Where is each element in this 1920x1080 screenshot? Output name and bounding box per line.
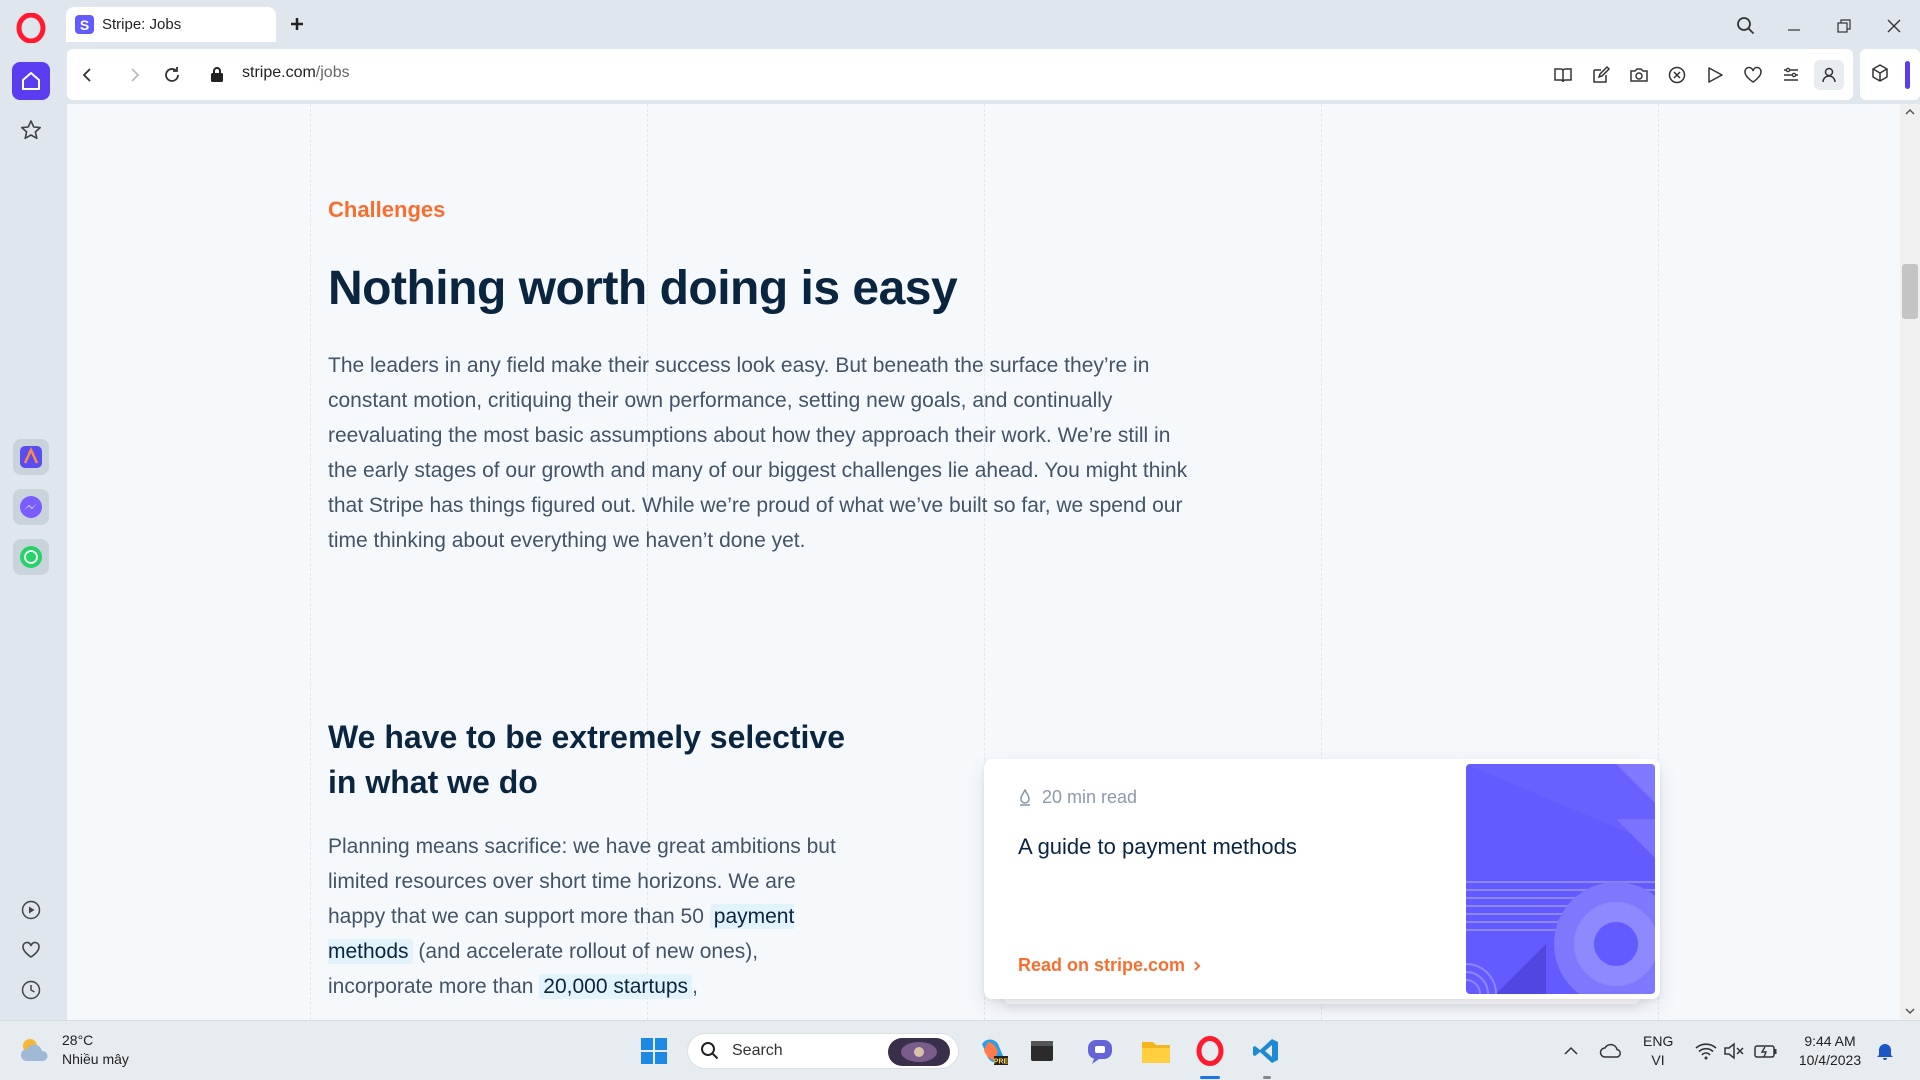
back-button[interactable] [75, 62, 101, 88]
guide-card[interactable]: 20 min read A guide to payment methods R… [984, 759, 1660, 999]
easy-setup-icon[interactable] [1778, 62, 1804, 88]
url-path: /jobs [315, 64, 350, 81]
camera-icon[interactable] [1626, 62, 1652, 88]
notification-bell-icon[interactable] [1867, 1033, 1903, 1069]
intro-paragraph: The leaders in any field make their succ… [328, 354, 1188, 552]
active-app-indicator [1200, 1076, 1220, 1079]
section-eyebrow: Challenges [328, 197, 446, 222]
bookmarks-heart-icon[interactable] [13, 932, 49, 968]
tab-stripe-jobs[interactable]: S Stripe: Jobs [66, 7, 276, 42]
card-link-text: Read on stripe.com [1018, 955, 1186, 975]
weather-widget[interactable]: 28°C Nhiều mây [18, 1031, 129, 1069]
paragraph-text: , [692, 975, 698, 998]
web-page: Challenges Nothing worth doing is easy T… [67, 104, 1900, 1020]
opera-taskbar-icon[interactable] [1192, 1033, 1228, 1069]
bookmark-heart-icon[interactable] [1740, 62, 1766, 88]
address-bar: stripe.com/jobs [67, 49, 1853, 100]
search-highlight-image [888, 1038, 950, 1066]
forward-button[interactable] [121, 62, 147, 88]
url-field[interactable]: stripe.com/jobs [242, 64, 350, 82]
sidebar-toggle-indicator[interactable] [1905, 61, 1910, 89]
vscode-icon[interactable] [1248, 1033, 1284, 1069]
scroll-thumb[interactable] [1902, 264, 1918, 319]
title-bar: S Stripe: Jobs [0, 0, 1920, 49]
history-clock-icon[interactable] [13, 972, 49, 1008]
reader-mode-icon[interactable] [1550, 62, 1576, 88]
weather-description: Nhiều mây [62, 1051, 129, 1067]
clock-time: 9:44 AM [1804, 1033, 1856, 1049]
page-heading: Nothing worth doing is easy [328, 262, 958, 315]
svg-text:PRE: PRE [994, 1059, 1008, 1066]
read-on-stripe-link[interactable]: Read on stripe.com [1018, 955, 1201, 976]
battery-icon[interactable] [1748, 1033, 1784, 1069]
search-icon [700, 1041, 720, 1061]
volume-muted-icon[interactable] [1716, 1033, 1752, 1069]
profile-icon[interactable] [1814, 60, 1844, 90]
read-time-text: 20 min read [1042, 787, 1138, 807]
terminal-icon[interactable] [1024, 1033, 1060, 1069]
guide-line [310, 104, 311, 1020]
file-explorer-icon[interactable] [1138, 1033, 1174, 1069]
onedrive-cloud-icon[interactable] [1593, 1033, 1629, 1069]
opera-menu-icon[interactable] [16, 13, 46, 43]
ad-blocker-icon[interactable] [1664, 62, 1690, 88]
send-flow-icon[interactable] [1702, 62, 1728, 88]
teams-chat-icon[interactable] [1082, 1033, 1118, 1069]
scroll-up-icon[interactable] [1905, 108, 1915, 116]
cloud-sun-icon [18, 1035, 52, 1065]
scroll-down-icon[interactable] [1905, 1007, 1915, 1015]
temperature: 28°C [62, 1032, 94, 1048]
close-window-button[interactable] [1880, 12, 1908, 40]
language-code: ENG [1643, 1033, 1674, 1049]
edit-snapshot-icon[interactable] [1588, 62, 1614, 88]
stripe-favicon-icon: S [75, 15, 94, 34]
lock-icon [210, 66, 224, 83]
extensions-cube-icon[interactable] [1870, 63, 1890, 83]
reload-button[interactable] [159, 62, 185, 88]
speed-dial-home-icon[interactable] [12, 62, 50, 100]
messenger-icon[interactable] [13, 489, 49, 525]
restore-button[interactable] [1830, 12, 1858, 40]
keyboard-layout: VI [1651, 1052, 1665, 1068]
url-domain: stripe.com [242, 64, 316, 81]
start-windows-icon[interactable] [636, 1033, 672, 1069]
body-paragraph: Planning means sacrifice: we have great … [328, 829, 848, 1004]
player-icon[interactable] [13, 892, 49, 928]
minimize-button[interactable] [1780, 12, 1808, 40]
chevron-right-icon [1193, 960, 1201, 972]
reading-icon [1018, 788, 1032, 807]
clock-date: 10/4/2023 [1798, 1052, 1862, 1068]
windows-taskbar: 28°C Nhiều mây Search PRE ENG VI 9:44 AM… [0, 1020, 1920, 1080]
copilot-preview-icon[interactable]: PRE [975, 1033, 1011, 1069]
tab-title: Stripe: Jobs [102, 16, 182, 33]
aria-ai-icon[interactable] [13, 439, 49, 475]
show-hidden-icons-chevron-up-icon[interactable] [1553, 1033, 1589, 1069]
search-tabs-icon[interactable] [1732, 12, 1760, 40]
clock[interactable]: 9:44 AM 10/4/2023 [1790, 1032, 1870, 1070]
startups-link[interactable]: 20,000 startups [539, 974, 693, 999]
new-tab-button[interactable] [285, 12, 309, 36]
read-time: 20 min read [1018, 787, 1137, 808]
sidebar [0, 49, 63, 1032]
running-app-indicator [1263, 1076, 1271, 1079]
page-scrollbar[interactable] [1900, 104, 1920, 1020]
card-title: A guide to payment methods [1018, 834, 1297, 859]
search-label: Search [732, 1042, 783, 1059]
taskbar-search[interactable]: Search [687, 1033, 959, 1069]
card-illustration [1466, 764, 1655, 994]
pinboard-star-icon[interactable] [13, 112, 49, 148]
section-subheading: We have to be extremely selective in wha… [328, 719, 846, 800]
whatsapp-icon[interactable] [13, 539, 49, 575]
extensions-area [1860, 49, 1920, 100]
input-language[interactable]: ENG VI [1643, 1032, 1673, 1070]
